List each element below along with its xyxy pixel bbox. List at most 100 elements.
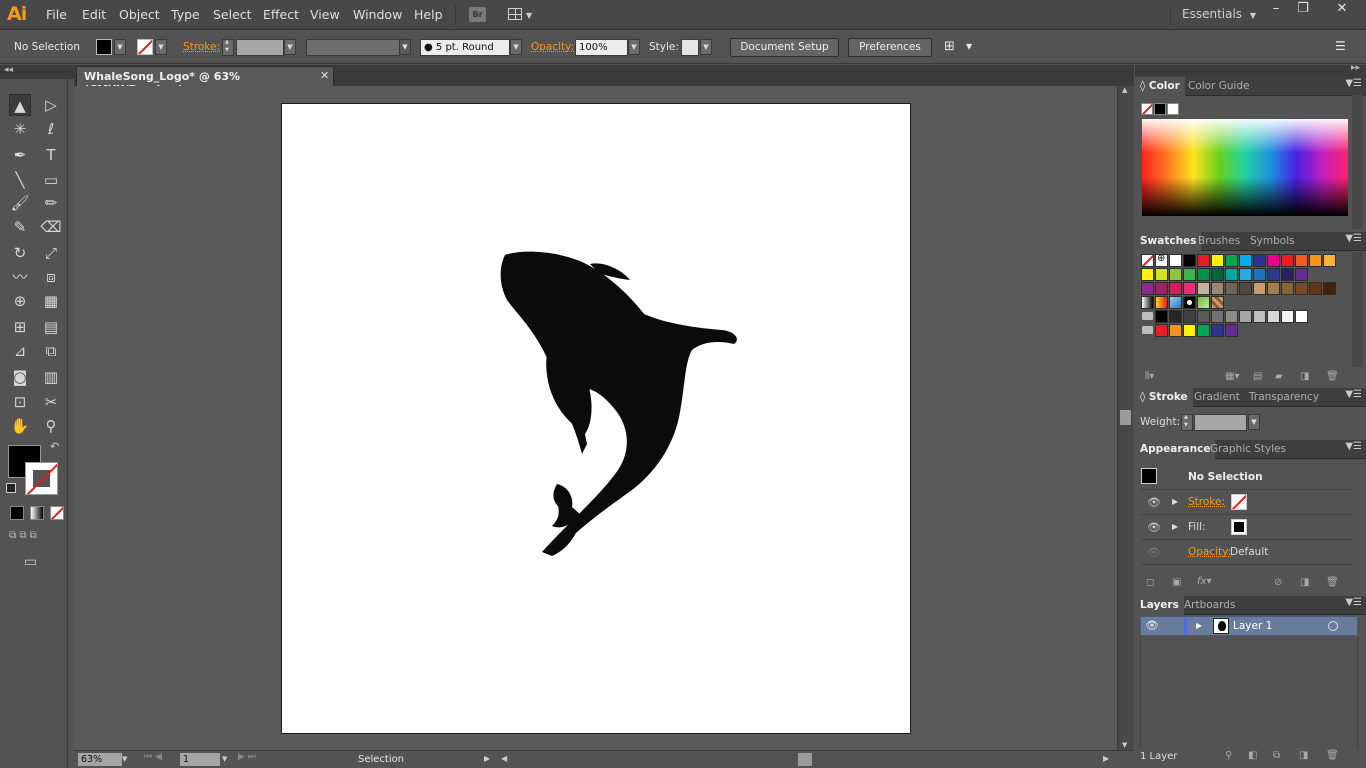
swatch-options-icon[interactable]: ▤ [1253, 371, 1262, 382]
opacity-label[interactable]: Opacity: [531, 41, 574, 53]
swatch[interactable] [1155, 310, 1168, 323]
swatch[interactable] [1295, 310, 1308, 323]
menu-type[interactable]: Type [171, 7, 200, 22]
stroke-link[interactable]: Stroke: [1188, 496, 1225, 508]
color-none-swatch[interactable] [1141, 103, 1153, 115]
artboard-dropdown[interactable]: ▼ [222, 753, 227, 766]
swatch[interactable] [1141, 268, 1154, 281]
pen-tool[interactable]: ✒ [9, 144, 31, 166]
delete-layer-icon[interactable]: 🗑 [1326, 750, 1339, 761]
tab-artboards[interactable]: Artboards [1179, 596, 1240, 615]
rectangle-tool[interactable]: ▭ [40, 169, 62, 191]
swatch-group-folder[interactable] [1141, 324, 1154, 337]
swatch[interactable] [1267, 310, 1280, 323]
menu-file[interactable]: File [46, 7, 67, 22]
swatch[interactable] [1183, 268, 1196, 281]
delete-item-icon[interactable]: 🗑 [1326, 577, 1339, 588]
swatch[interactable] [1197, 254, 1210, 267]
type-tool[interactable]: T [40, 144, 62, 166]
bridge-button[interactable]: Br [469, 7, 486, 22]
minimize-button[interactable]: – [1261, 0, 1291, 18]
eyedropper-tool[interactable]: ⊿ [9, 340, 31, 362]
stroke-dropdown[interactable]: ▼ [155, 39, 167, 55]
opacity-link[interactable]: Opacity: [1188, 546, 1231, 558]
tab-brushes[interactable]: Brushes [1193, 232, 1245, 251]
swatch[interactable] [1323, 282, 1336, 295]
variable-width-profile[interactable] [306, 39, 400, 56]
scroll-right-icon[interactable]: ▶ [1103, 754, 1109, 763]
eye-icon[interactable]: 👁 [1145, 619, 1159, 632]
swatch-pattern[interactable] [1211, 296, 1224, 309]
document-setup-button[interactable]: Document Setup [730, 38, 839, 57]
chevron-down-icon[interactable]: ▼ [966, 42, 972, 51]
swatch[interactable] [1141, 282, 1154, 295]
panel-menu-icon[interactable]: ▼☰ [1345, 78, 1362, 89]
swatch[interactable] [1211, 310, 1224, 323]
swatch[interactable] [1169, 268, 1182, 281]
color-spectrum[interactable] [1142, 119, 1348, 216]
brush-dropdown[interactable]: ▼ [510, 39, 522, 55]
swatch[interactable] [1197, 282, 1210, 295]
weight-dropdown[interactable]: ▼ [1248, 414, 1260, 430]
tab-graphic-styles[interactable]: Graphic Styles [1205, 440, 1291, 459]
swatch[interactable] [1281, 310, 1294, 323]
status-menu-arrow[interactable]: ▶ [484, 754, 490, 763]
expand-triangle-icon[interactable]: ▶ [1196, 621, 1202, 630]
swatch-pattern[interactable] [1141, 296, 1154, 309]
clear-appearance-icon[interactable]: ⊘ [1274, 577, 1282, 588]
zoom-field[interactable]: 63% [78, 753, 122, 766]
whale-logo-artwork[interactable] [282, 104, 912, 735]
color-panel-scrollbar[interactable] [1352, 95, 1363, 229]
profile-dropdown[interactable]: ▼ [399, 39, 411, 55]
swatch[interactable] [1253, 282, 1266, 295]
workspace-switcher[interactable]: Essentials ▼ [1182, 7, 1256, 21]
scroll-left-icon[interactable]: ◀ [501, 754, 507, 763]
swatch[interactable] [1309, 282, 1322, 295]
brush-definition-field[interactable]: ● 5 pt. Round [420, 39, 510, 56]
scrollbar-thumb[interactable] [1120, 410, 1131, 425]
target-circle-icon[interactable] [1328, 621, 1338, 631]
swatches-scrollbar[interactable] [1352, 252, 1363, 367]
arrange-icon[interactable]: ⊞ [944, 39, 955, 54]
menu-window[interactable]: Window [353, 7, 402, 22]
fill-swatch[interactable] [96, 39, 112, 55]
horizontal-scroll-thumb[interactable] [798, 753, 812, 766]
collapse-icon[interactable]: ◂◂ [4, 65, 13, 75]
swatch[interactable] [1239, 310, 1252, 323]
stroke-swatch[interactable] [137, 39, 153, 55]
next-artboard-icon[interactable]: ▶ ⏭ [238, 752, 256, 762]
stroke-weight-stepper[interactable] [222, 39, 234, 56]
tab-symbols[interactable]: Symbols [1245, 232, 1300, 251]
document-tab[interactable]: WhaleSong_Logo* @ 63% (CMYK/Preview) ✕ [76, 66, 334, 96]
swatch[interactable] [1169, 310, 1182, 323]
tab-gradient[interactable]: Gradient [1189, 388, 1245, 407]
line-tool[interactable]: ╲ [9, 169, 31, 191]
tab-layers[interactable]: Layers [1135, 596, 1184, 615]
control-panel-menu-icon[interactable]: ☰ [1335, 39, 1346, 53]
perspective-grid-tool[interactable]: ▦ [40, 290, 62, 312]
menu-effect[interactable]: Effect [263, 7, 299, 22]
appearance-fill-row[interactable]: 👁 ▶ Fill: [1141, 515, 1352, 540]
graph-tool[interactable]: ▥ [40, 366, 62, 388]
swatch[interactable] [1309, 254, 1322, 267]
swatch[interactable] [1183, 282, 1196, 295]
warp-tool[interactable]: 〰 [9, 266, 31, 288]
hand-tool[interactable]: ✋ [9, 415, 31, 437]
panel-menu-icon[interactable]: ▼☰ [1345, 389, 1362, 400]
swatch-pattern[interactable] [1169, 296, 1182, 309]
swatch[interactable] [1183, 310, 1196, 323]
none-mode-button[interactable] [50, 506, 64, 520]
new-layer-icon[interactable]: ◨ [1299, 750, 1308, 761]
expand-triangle-icon[interactable]: ▶ [1172, 522, 1178, 531]
swatch-pattern[interactable] [1197, 296, 1210, 309]
eye-icon[interactable]: 👁 [1147, 521, 1161, 534]
swatch[interactable] [1253, 268, 1266, 281]
swatch[interactable] [1267, 282, 1280, 295]
graphic-style-swatch[interactable] [681, 39, 699, 56]
pencil-tool[interactable]: ✏ [40, 192, 62, 214]
swatch-pattern[interactable] [1183, 296, 1196, 309]
symbol-sprayer-tool[interactable]: ◙ [9, 366, 31, 388]
slice-tool[interactable]: ✂ [40, 391, 62, 413]
artboard-tool[interactable]: ⊡ [9, 391, 31, 413]
fx-menu-icon[interactable]: fx▾ [1197, 576, 1211, 587]
